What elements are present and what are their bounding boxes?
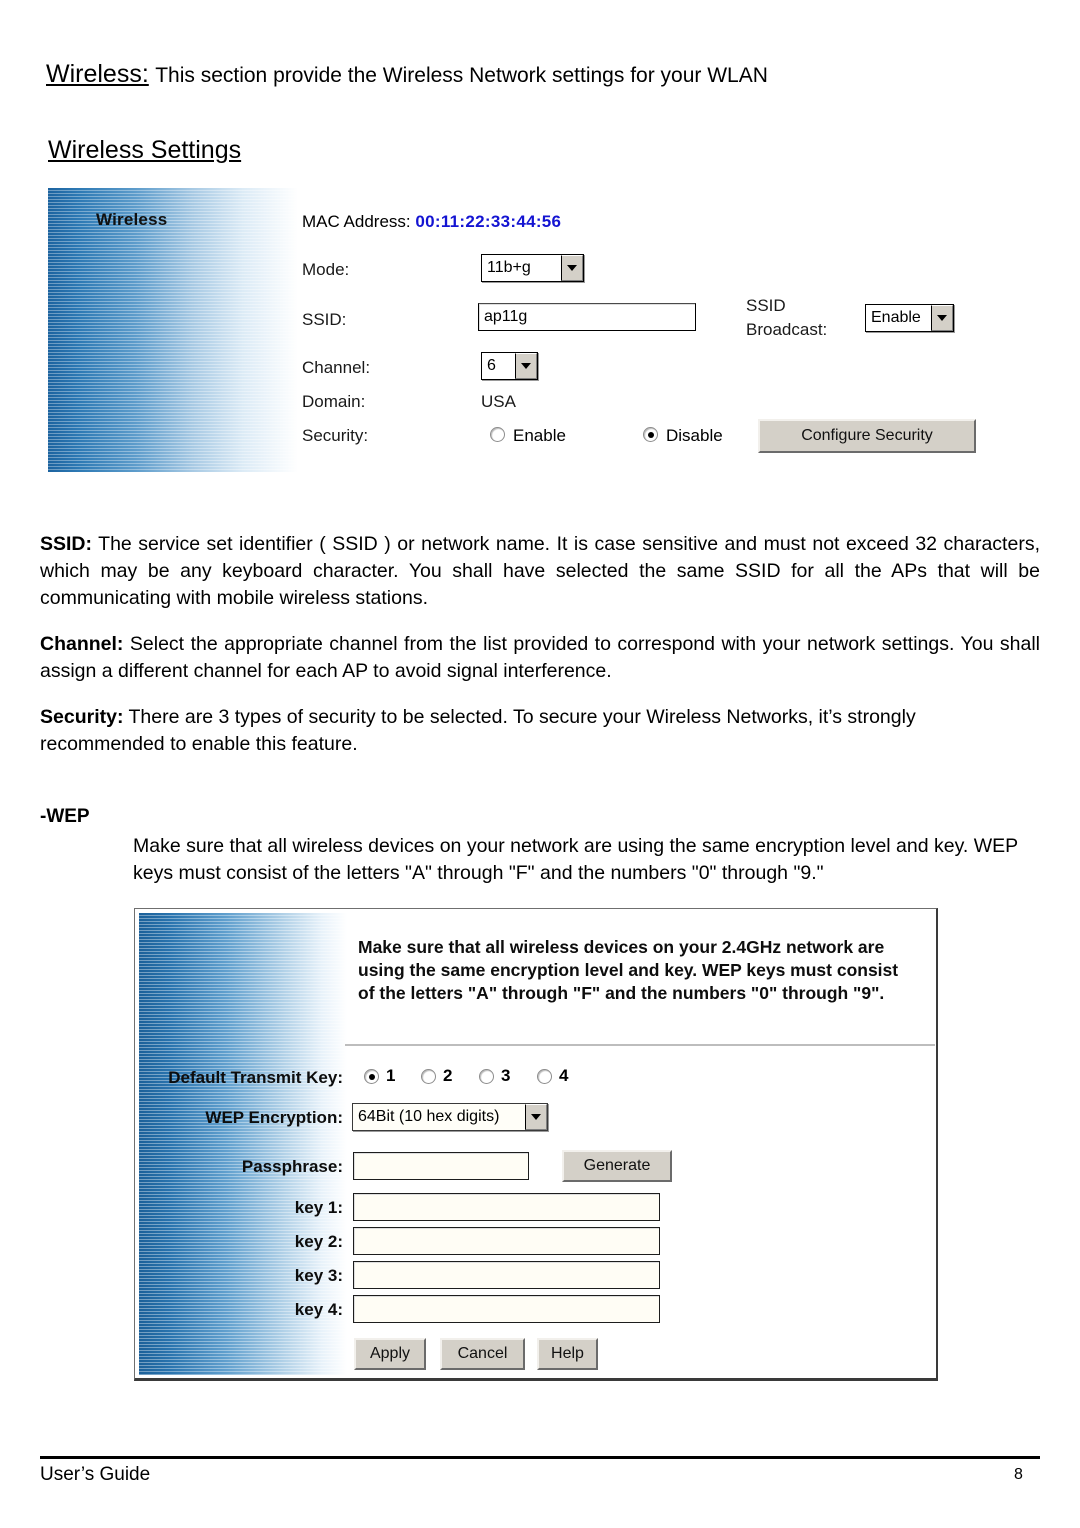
key4-input[interactable] xyxy=(353,1295,660,1323)
ssid-description-paragraph: SSID: The service set identifier ( SSID … xyxy=(40,531,1040,612)
security-disable-label[interactable]: Disable xyxy=(666,426,723,446)
transmit-key-4-radio[interactable] xyxy=(537,1069,552,1084)
transmit-key-2-radio[interactable] xyxy=(421,1069,436,1084)
key4-label: key 4: xyxy=(294,1300,343,1319)
security-disable-radio[interactable] xyxy=(643,427,658,442)
security-enable-label[interactable]: Enable xyxy=(513,426,566,446)
wep-panel-divider xyxy=(345,1044,935,1046)
transmit-key-2-label[interactable]: 2 xyxy=(443,1066,452,1086)
ssid-broadcast-select-value: Enable xyxy=(871,309,921,326)
key2-label: key 2: xyxy=(294,1232,343,1251)
ssid-broadcast-label-line2: Broadcast: xyxy=(746,320,828,339)
ssid-broadcast-select[interactable]: Enable xyxy=(865,304,954,332)
ssid-description-text: The service set identifier ( SSID ) or n… xyxy=(40,533,1040,609)
security-description-text: There are 3 types of security to be sele… xyxy=(40,706,916,755)
channel-select[interactable]: 6 xyxy=(481,352,538,380)
transmit-key-4-label[interactable]: 4 xyxy=(559,1066,568,1086)
mode-select-value: 11b+g xyxy=(487,259,531,276)
security-label: Security: xyxy=(302,426,369,445)
security-enable-radio[interactable] xyxy=(490,427,505,442)
section-title: Wireless Settings xyxy=(48,136,242,164)
page-heading-keyword: Wireless: xyxy=(46,60,149,88)
ssid-input[interactable]: ap11g xyxy=(478,303,696,331)
channel-description-text: Select the appropriate channel from the … xyxy=(40,633,1040,682)
apply-button[interactable]: Apply xyxy=(354,1338,426,1370)
domain-label: Domain: xyxy=(302,392,366,411)
transmit-key-1-radio[interactable] xyxy=(364,1069,379,1084)
mac-address-label: MAC Address: xyxy=(302,212,411,231)
key1-label: key 1: xyxy=(294,1198,343,1217)
wep-encryption-label: WEP Encryption: xyxy=(205,1108,343,1127)
page-heading-text: This section provide the Wireless Networ… xyxy=(155,64,768,87)
help-button[interactable]: Help xyxy=(537,1338,598,1370)
channel-description-paragraph: Channel: Select the appropriate channel … xyxy=(40,631,1040,685)
domain-value: USA xyxy=(481,392,516,411)
mac-address-row: MAC Address: 00:11:22:33:44:56 xyxy=(302,212,561,232)
page-number: 8 xyxy=(1014,1466,1023,1483)
ssid-description-bold: SSID: xyxy=(40,533,93,555)
wireless-panel-title: Wireless xyxy=(96,210,168,229)
default-transmit-key-label: Default Transmit Key: xyxy=(168,1068,343,1087)
transmit-key-1-label[interactable]: 1 xyxy=(386,1066,395,1086)
key1-input[interactable] xyxy=(353,1193,660,1221)
mode-label: Mode: xyxy=(302,260,350,279)
page-heading: Wireless: This section provide the Wirel… xyxy=(46,60,768,89)
channel-label: Channel: xyxy=(302,358,371,377)
wireless-panel-gradient-sidebar xyxy=(48,188,298,472)
key3-label: key 3: xyxy=(294,1266,343,1285)
passphrase-input[interactable] xyxy=(353,1152,529,1180)
chevron-down-icon[interactable] xyxy=(931,305,953,331)
footer-label: User’s Guide xyxy=(40,1464,151,1485)
passphrase-label: Passphrase: xyxy=(241,1157,343,1176)
footer-divider xyxy=(40,1456,1040,1459)
chevron-down-icon[interactable] xyxy=(525,1104,547,1130)
mode-select[interactable]: 11b+g xyxy=(481,254,584,282)
configure-security-button[interactable]: Configure Security xyxy=(758,419,976,453)
transmit-key-3-label[interactable]: 3 xyxy=(501,1066,510,1086)
channel-select-value: 6 xyxy=(487,357,496,374)
security-description-bold: Security: xyxy=(40,706,124,728)
wep-panel-note: Make sure that all wireless devices on y… xyxy=(358,937,899,1003)
generate-button[interactable]: Generate xyxy=(562,1150,672,1182)
mac-address-value: 00:11:22:33:44:56 xyxy=(415,212,562,231)
wep-description-paragraph: Make sure that all wireless devices on y… xyxy=(133,835,1018,884)
ssid-label: SSID: xyxy=(302,310,347,329)
channel-description-bold: Channel: xyxy=(40,633,124,655)
wep-encryption-select-value: 64Bit (10 hex digits) xyxy=(358,1108,500,1125)
chevron-down-icon[interactable] xyxy=(515,353,537,379)
ssid-broadcast-label-line1: SSID xyxy=(746,296,786,315)
wep-encryption-select[interactable]: 64Bit (10 hex digits) xyxy=(352,1103,548,1131)
wep-heading: -WEP xyxy=(40,806,90,827)
security-description-paragraph: Security: There are 3 types of security … xyxy=(40,704,1040,758)
key2-input[interactable] xyxy=(353,1227,660,1255)
cancel-button[interactable]: Cancel xyxy=(440,1338,525,1370)
ssid-input-value: ap11g xyxy=(484,308,528,325)
key3-input[interactable] xyxy=(353,1261,660,1289)
chevron-down-icon[interactable] xyxy=(561,255,583,281)
transmit-key-3-radio[interactable] xyxy=(479,1069,494,1084)
